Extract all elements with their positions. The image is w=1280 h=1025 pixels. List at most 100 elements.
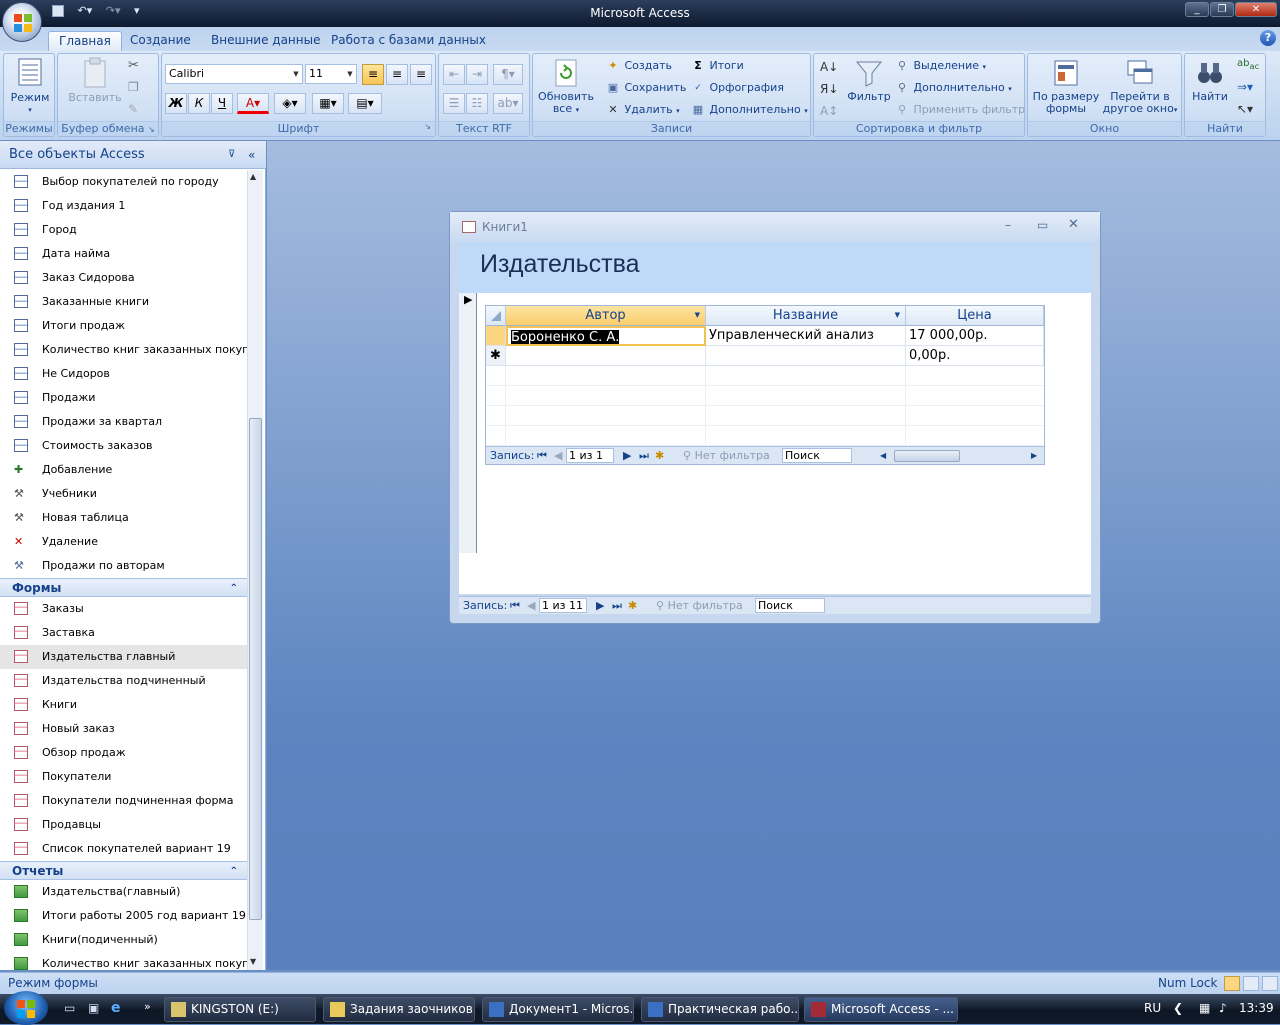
find-button[interactable]: Найти bbox=[1187, 58, 1233, 103]
column-header-price[interactable]: Цена bbox=[906, 306, 1044, 326]
design-view-icon[interactable] bbox=[1262, 976, 1278, 991]
nav-form-item[interactable]: Обзор продаж bbox=[0, 741, 248, 765]
new-record-button[interactable]: ✦ Создать bbox=[605, 56, 672, 76]
hscroll-right-icon[interactable]: ▶ bbox=[1031, 447, 1037, 464]
nav-query-item[interactable]: Стоимость заказов bbox=[0, 434, 248, 458]
highlight-button[interactable]: ab▾ bbox=[493, 93, 523, 114]
record-selector[interactable]: ▶ bbox=[459, 293, 477, 553]
form-maximize-icon[interactable]: ▭ bbox=[1037, 218, 1048, 232]
nav-scroll-thumb[interactable] bbox=[249, 418, 262, 920]
clear-sort-icon[interactable]: A↕ bbox=[820, 100, 838, 122]
form-prev-record-icon[interactable]: ◀ bbox=[527, 597, 535, 614]
taskbar-item-kingston[interactable]: KINGSTON (E:) bbox=[164, 997, 316, 1022]
internet-explorer-icon[interactable]: e bbox=[111, 1000, 121, 1016]
selection-button[interactable]: ⚲ Выделение ▾ bbox=[894, 56, 986, 76]
filter-button[interactable]: Фильтр bbox=[846, 58, 892, 103]
scroll-down-icon[interactable]: ▼ bbox=[250, 957, 256, 966]
column-header-author[interactable]: Автор ▼ bbox=[506, 306, 706, 326]
form-view-icon[interactable] bbox=[1224, 976, 1240, 991]
nav-form-item[interactable]: Книги bbox=[0, 693, 248, 717]
collapse-group-icon[interactable]: ⌃ bbox=[230, 862, 238, 881]
close-button[interactable]: ✕ bbox=[1235, 2, 1277, 17]
apply-filter-button[interactable]: ⚲ Применить фильтр bbox=[894, 100, 1025, 120]
form-minimize-icon[interactable]: – bbox=[1005, 218, 1011, 232]
delete-record-button[interactable]: ✕ Удалить ▾ bbox=[605, 100, 679, 120]
totals-button[interactable]: Σ Итоги bbox=[690, 56, 744, 76]
form-record-position[interactable]: 1 из 11 bbox=[539, 598, 587, 613]
help-icon[interactable]: ? bbox=[1260, 30, 1276, 46]
format-painter-icon[interactable]: ✎ bbox=[128, 102, 138, 116]
nav-group-forms[interactable]: Формы ⌃ bbox=[0, 578, 248, 597]
taskbar-item-access[interactable]: Microsoft Access - ... bbox=[804, 997, 958, 1022]
nav-query-item[interactable]: Заказ Сидорова bbox=[0, 266, 248, 290]
replace-icon[interactable]: abac bbox=[1237, 58, 1259, 71]
bullets-button[interactable]: ☷ bbox=[466, 93, 488, 114]
nav-form-item[interactable]: Список покупателей вариант 19 bbox=[0, 837, 248, 861]
taskbar-item-folder[interactable]: Задания заочников... bbox=[323, 997, 475, 1022]
start-button[interactable] bbox=[4, 991, 48, 1025]
nav-form-item[interactable]: Издательства главный bbox=[0, 645, 248, 669]
redo-icon[interactable]: ↷▾ bbox=[106, 4, 121, 17]
align-right-button[interactable]: ≡ bbox=[410, 64, 432, 85]
font-color-button[interactable]: A▾ bbox=[237, 93, 269, 114]
nav-form-item[interactable]: Заказы bbox=[0, 597, 248, 621]
quick-launch-more-icon[interactable]: » bbox=[144, 1000, 151, 1013]
save-icon[interactable] bbox=[52, 5, 64, 17]
tab-external-data[interactable]: Внешние данные bbox=[201, 31, 330, 51]
nav-query-item[interactable]: Итоги продаж bbox=[0, 314, 248, 338]
tab-create[interactable]: Создание bbox=[120, 31, 201, 51]
nav-form-item[interactable]: Заставка bbox=[0, 621, 248, 645]
fill-color-button[interactable]: ◈▾ bbox=[274, 93, 306, 114]
increase-indent-button[interactable]: ⇥ bbox=[466, 64, 488, 85]
sort-dropdown-icon[interactable]: ▼ bbox=[695, 306, 700, 325]
nav-group-reports[interactable]: Отчеты ⌃ bbox=[0, 861, 248, 880]
nav-form-item[interactable]: Новый заказ bbox=[0, 717, 248, 741]
italic-button[interactable]: К bbox=[188, 93, 210, 114]
nav-query-item[interactable]: Город bbox=[0, 218, 248, 242]
minimize-button[interactable]: _ bbox=[1185, 2, 1209, 17]
cell-title[interactable]: Управленческий анализ bbox=[706, 326, 906, 346]
tray-expand-icon[interactable]: ❮ bbox=[1173, 1001, 1183, 1015]
font-name-combo[interactable]: Calibri ▼ bbox=[165, 64, 303, 84]
form-first-record-icon[interactable]: ⏮ bbox=[510, 597, 520, 614]
subform-search-box[interactable]: Поиск bbox=[782, 448, 852, 463]
nav-query-item[interactable]: ⚒ Учебники bbox=[0, 482, 248, 506]
form-last-record-icon[interactable]: ⏭ bbox=[612, 597, 622, 614]
collapse-group-icon[interactable]: ⌃ bbox=[230, 579, 238, 598]
paragraph-dir-button[interactable]: ¶▾ bbox=[493, 64, 523, 85]
align-center-button[interactable]: ≡ bbox=[386, 64, 408, 85]
prev-record-icon[interactable]: ◀ bbox=[554, 447, 562, 464]
form-search-box[interactable]: Поиск bbox=[755, 598, 825, 613]
sort-dropdown-icon[interactable]: ▼ bbox=[895, 306, 900, 325]
select-icon[interactable]: ↖▾ bbox=[1237, 102, 1253, 116]
goto-icon[interactable]: ⇒▾ bbox=[1237, 80, 1253, 94]
taskbar-item-word-document1[interactable]: Документ1 - Micros... bbox=[482, 997, 634, 1022]
form-next-record-icon[interactable]: ▶ bbox=[596, 597, 604, 614]
restore-button[interactable]: ❐ bbox=[1210, 2, 1234, 17]
new-record-nav-icon[interactable]: ✱ bbox=[655, 447, 664, 464]
nav-query-item[interactable]: ⚒ Новая таблица bbox=[0, 506, 248, 530]
no-filter-icon[interactable]: ⚲ Нет фильтра bbox=[683, 447, 770, 464]
language-indicator[interactable]: RU bbox=[1144, 1001, 1161, 1015]
more-records-button[interactable]: ▦ Дополнительно ▾ bbox=[690, 100, 808, 120]
spelling-button[interactable]: ✓ Орфография bbox=[690, 78, 784, 98]
nav-query-item[interactable]: Дата найма bbox=[0, 242, 248, 266]
network-icon[interactable]: ▦ bbox=[1199, 1001, 1210, 1015]
nav-query-item[interactable]: Продажи за квартал bbox=[0, 410, 248, 434]
nav-report-item[interactable]: Книги(подиченный) bbox=[0, 928, 248, 952]
undo-icon[interactable]: ↶▾ bbox=[78, 4, 93, 17]
cell-title-new[interactable] bbox=[706, 346, 906, 366]
subform-datasheet[interactable]: Автор ▼ Название ▼ Цена Бороненко С. А. Уп… bbox=[485, 305, 1045, 465]
fit-form-button[interactable]: По размеру формы bbox=[1030, 58, 1102, 115]
form-new-record-icon[interactable]: ✱ bbox=[628, 597, 637, 614]
nav-report-item[interactable]: Издательства(главный) bbox=[0, 880, 248, 904]
nav-scrollbar[interactable]: ▲ ▼ bbox=[247, 170, 263, 970]
nav-query-item[interactable]: ⚒ Продажи по авторам bbox=[0, 554, 248, 578]
nav-report-item[interactable]: Итоги работы 2005 год вариант 19 bbox=[0, 904, 248, 928]
refresh-all-button[interactable]: Обновить все ▾ bbox=[535, 58, 597, 116]
nav-pane-header[interactable]: Все объекты Access ⊽ « bbox=[0, 141, 266, 169]
decrease-indent-button[interactable]: ⇤ bbox=[443, 64, 465, 85]
gridlines-button[interactable]: ▦▾ bbox=[312, 93, 344, 114]
column-header-title[interactable]: Название ▼ bbox=[706, 306, 906, 326]
nav-menu-chevron-icon[interactable]: ⊽ bbox=[228, 141, 235, 169]
